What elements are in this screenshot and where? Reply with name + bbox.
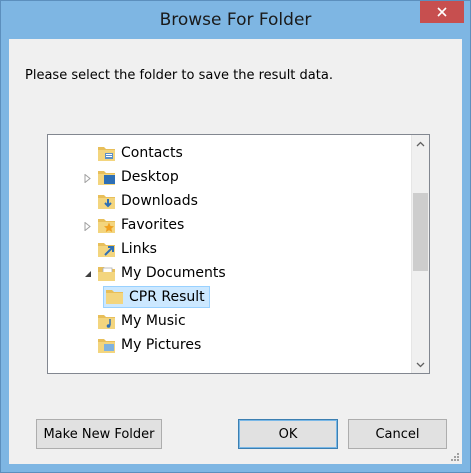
- scroll-down-button[interactable]: [412, 356, 429, 373]
- chevron-up-icon: [416, 141, 425, 146]
- tree-item-desktop[interactable]: Desktop: [98, 165, 179, 189]
- links-folder-icon: [98, 242, 115, 257]
- tree-item-downloads[interactable]: Downloads: [98, 189, 198, 213]
- dialog-body: Please select the folder to save the res…: [9, 39, 462, 464]
- tree-item-favorites[interactable]: Favorites: [98, 213, 184, 237]
- pictures-folder-icon: [98, 338, 115, 353]
- resize-grip-icon[interactable]: [450, 452, 460, 462]
- browse-folder-dialog: Browse For Folder Please select the fold…: [0, 0, 471, 473]
- folder-tree[interactable]: Contacts Desktop Downloads Favorites Lin…: [47, 134, 430, 374]
- collapse-arrow-icon[interactable]: [83, 269, 93, 279]
- close-button[interactable]: [420, 1, 464, 23]
- tree-item-my-documents[interactable]: My Documents: [98, 261, 226, 285]
- tree-item-label: CPR Result: [129, 288, 205, 305]
- title-bar[interactable]: Browse For Folder: [1, 1, 470, 39]
- tree-item-links[interactable]: Links: [98, 237, 157, 261]
- contacts-folder-icon: [98, 146, 115, 161]
- make-new-folder-button[interactable]: Make New Folder: [36, 419, 162, 449]
- tree-item-my-music[interactable]: My Music: [98, 309, 186, 333]
- scroll-thumb[interactable]: [413, 193, 428, 271]
- cancel-button[interactable]: Cancel: [348, 419, 447, 449]
- instruction-text: Please select the folder to save the res…: [25, 68, 333, 83]
- ok-button[interactable]: OK: [238, 419, 338, 449]
- tree-item-cpr-result[interactable]: CPR Result: [103, 285, 210, 309]
- tree-item-my-pictures[interactable]: My Pictures: [98, 333, 201, 357]
- music-folder-icon: [98, 314, 115, 329]
- scroll-up-button[interactable]: [412, 135, 429, 152]
- folder-icon: [106, 290, 123, 304]
- tree-item-label: My Documents: [121, 265, 226, 281]
- close-icon: [437, 7, 447, 17]
- selection-highlight: CPR Result: [103, 286, 210, 308]
- desktop-folder-icon: [98, 170, 115, 185]
- vertical-scrollbar[interactable]: [411, 135, 429, 373]
- documents-folder-icon: [98, 266, 115, 281]
- expand-arrow-icon[interactable]: [83, 173, 93, 183]
- window-title: Browse For Folder: [159, 10, 312, 30]
- tree-item-label: My Music: [121, 313, 186, 329]
- favorites-folder-icon: [98, 218, 115, 233]
- tree-item-label: Downloads: [121, 193, 198, 209]
- expand-arrow-icon[interactable]: [83, 221, 93, 231]
- downloads-folder-icon: [98, 194, 115, 209]
- tree-item-label: Links: [121, 241, 157, 257]
- chevron-down-icon: [416, 362, 425, 367]
- tree-item-label: Desktop: [121, 169, 179, 185]
- tree-item-label: My Pictures: [121, 337, 202, 353]
- tree-item-label: Contacts: [121, 145, 183, 161]
- tree-item-contacts[interactable]: Contacts: [98, 141, 183, 165]
- tree-item-label: Favorites: [121, 217, 185, 233]
